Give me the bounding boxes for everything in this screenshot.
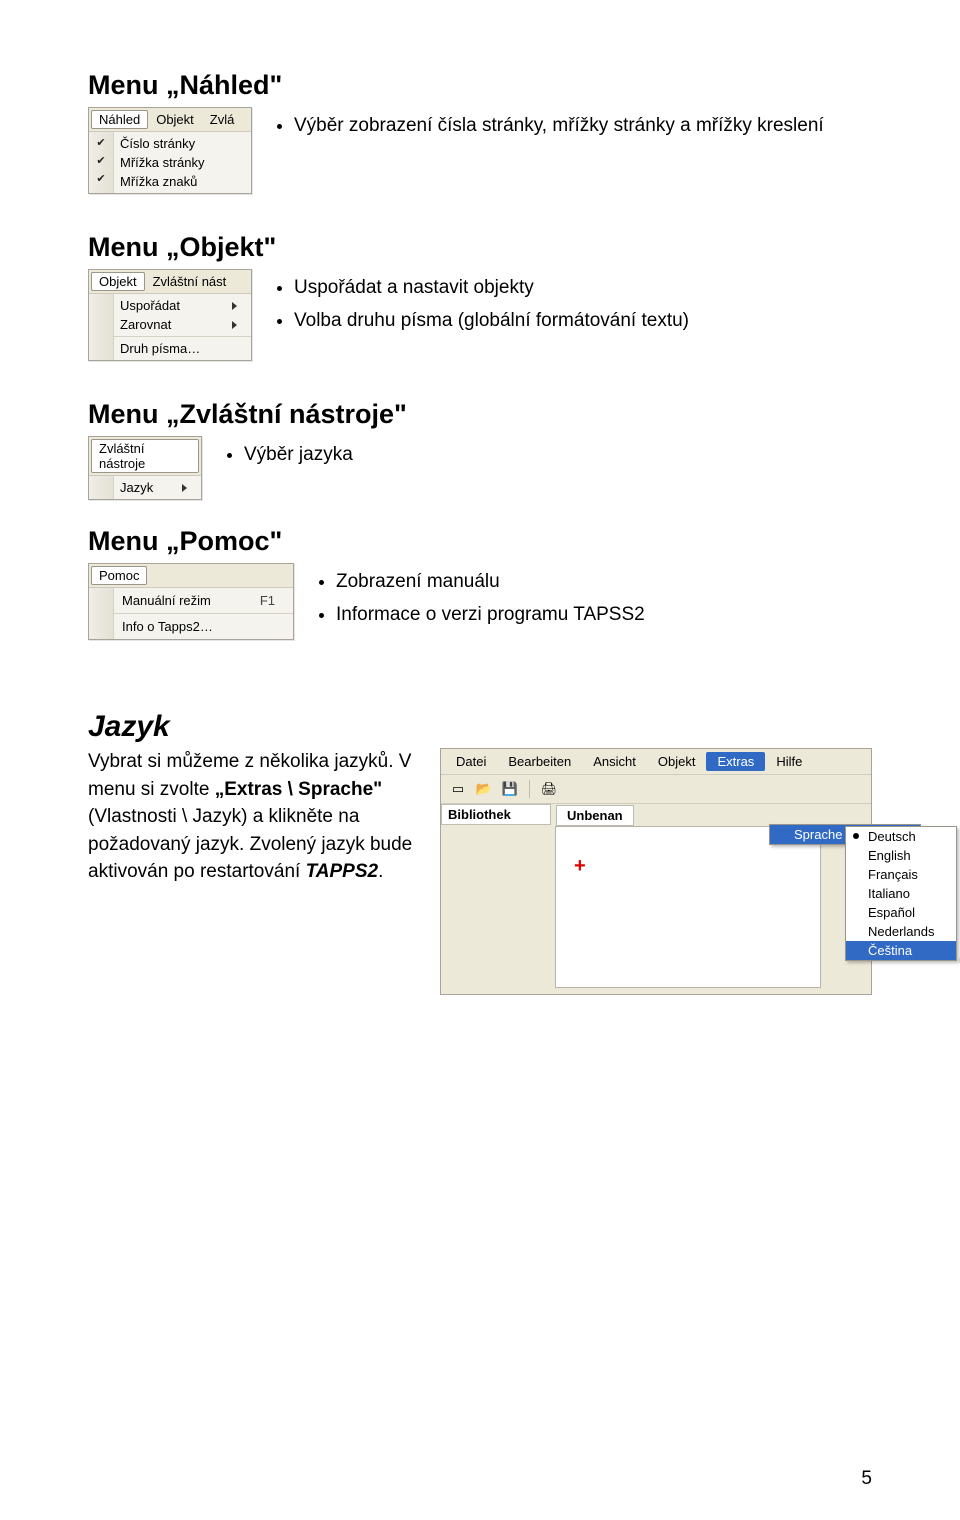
save-icon[interactable]: 💾 (499, 779, 521, 799)
menu-item-cislo-stranky[interactable]: Číslo stránky (114, 134, 251, 153)
shortcut-label: F1 (260, 593, 275, 608)
app-menubar-objekt[interactable]: Objekt (647, 752, 707, 771)
menubar-zvlastni[interactable]: Zvláštní nástroje (91, 439, 199, 473)
menu-item-usporadat[interactable]: Uspořádat (114, 296, 251, 315)
check-icon: ✔ (96, 134, 105, 152)
menubar-pomoc[interactable]: Pomoc (91, 566, 147, 585)
app-menubar-datei[interactable]: Datei (445, 752, 497, 771)
zvlastni-menu-panel: Zvláštní nástroje Jazyk (88, 436, 202, 500)
section-title-jazyk: Jazyk (88, 710, 872, 744)
submenu-arrow-icon (232, 298, 237, 313)
app-menubar-extras[interactable]: Extras (706, 752, 765, 771)
submenu-arrow-icon (182, 480, 187, 495)
new-file-icon[interactable]: ▭ (447, 779, 469, 799)
menubar-zvlastni-nast[interactable]: Zvláštní nást (145, 272, 235, 291)
lang-italiano[interactable]: Italiano (846, 884, 956, 903)
lang-francais[interactable]: Français (846, 865, 956, 884)
menu-item-info[interactable]: Info o Tapps2… (114, 616, 293, 637)
objekt-menu-panel: Objekt Zvláštní nást Uspořádat Zarovnat … (88, 269, 252, 361)
menubar-objekt[interactable]: Objekt (91, 272, 145, 291)
section-title-pomoc: Menu „Pomoc" (88, 526, 872, 557)
language-submenu: Deutsch English Français Italiano Españo… (845, 826, 957, 961)
open-file-icon[interactable]: 📂 (473, 779, 495, 799)
menubar-nahled[interactable]: Náhled (91, 110, 148, 129)
bullet: Výběr jazyka (244, 440, 353, 469)
page-number: 5 (861, 1468, 872, 1490)
check-icon: ✔ (96, 170, 105, 188)
app-menubar-hilfe[interactable]: Hilfe (765, 752, 813, 771)
menu-item-manual[interactable]: Manuální režim F1 (114, 590, 293, 611)
menubar-zvla[interactable]: Zvlá (202, 110, 243, 129)
app-menubar-ansicht[interactable]: Ansicht (582, 752, 647, 771)
jazyk-paragraph: Vybrat si můžeme z několika jazyků. V me… (88, 748, 426, 886)
lang-nederlands[interactable]: Nederlands (846, 922, 956, 941)
bullet: Volba druhu písma (globální formátování … (294, 306, 689, 335)
nahled-menu-panel: Náhled Objekt Zvlá ✔ ✔ ✔ Číslo stránky M… (88, 107, 252, 194)
app-toolbar: ▭ 📂 💾 🖨 (441, 775, 871, 804)
app-menubar-bearbeiten[interactable]: Bearbeiten (497, 752, 582, 771)
bullet: Výběr zobrazení čísla stránky, mřížky st… (294, 111, 824, 140)
lang-deutsch[interactable]: Deutsch (846, 827, 956, 846)
section-title-zvlastni: Menu „Zvláštní nástroje" (88, 399, 872, 430)
bullet: Informace o verzi programu TAPSS2 (336, 600, 645, 629)
menu-item-mrizka-stranky[interactable]: Mřížka stránky (114, 153, 251, 172)
menu-item-jazyk[interactable]: Jazyk (114, 478, 201, 497)
bullet: Zobrazení manuálu (336, 567, 645, 596)
toolbar-separator (529, 780, 530, 798)
submenu-arrow-icon (232, 317, 237, 332)
pomoc-menu-panel: Pomoc Manuální režim F1 Info o Tapps2… (88, 563, 294, 640)
sidebar-tab-bibliothek[interactable]: Bibliothek (441, 804, 551, 825)
print-icon[interactable]: 🖨 (538, 779, 560, 799)
section-title-nahled: Menu „Náhled" (88, 70, 872, 101)
tapps-app-window: Datei Bearbeiten Ansicht Objekt Extras H… (440, 748, 872, 995)
canvas[interactable]: Unbenan + (555, 826, 821, 988)
lang-espanol[interactable]: Español (846, 903, 956, 922)
lang-cestina[interactable]: Čeština (846, 941, 956, 960)
check-icon: ✔ (96, 152, 105, 170)
plus-icon: + (574, 855, 586, 878)
menu-separator (114, 336, 251, 337)
lang-english[interactable]: English (846, 846, 956, 865)
menu-item-druh-pisma[interactable]: Druh písma… (114, 339, 251, 358)
section-title-objekt: Menu „Objekt" (88, 232, 872, 263)
menu-item-zarovnat[interactable]: Zarovnat (114, 315, 251, 334)
bullet: Uspořádat a nastavit objekty (294, 273, 689, 302)
menubar-objekt[interactable]: Objekt (148, 110, 202, 129)
menu-item-mrizka-znaku[interactable]: Mřížka znaků (114, 172, 251, 191)
menu-separator (114, 613, 293, 614)
document-tab[interactable]: Unbenan (556, 805, 634, 826)
